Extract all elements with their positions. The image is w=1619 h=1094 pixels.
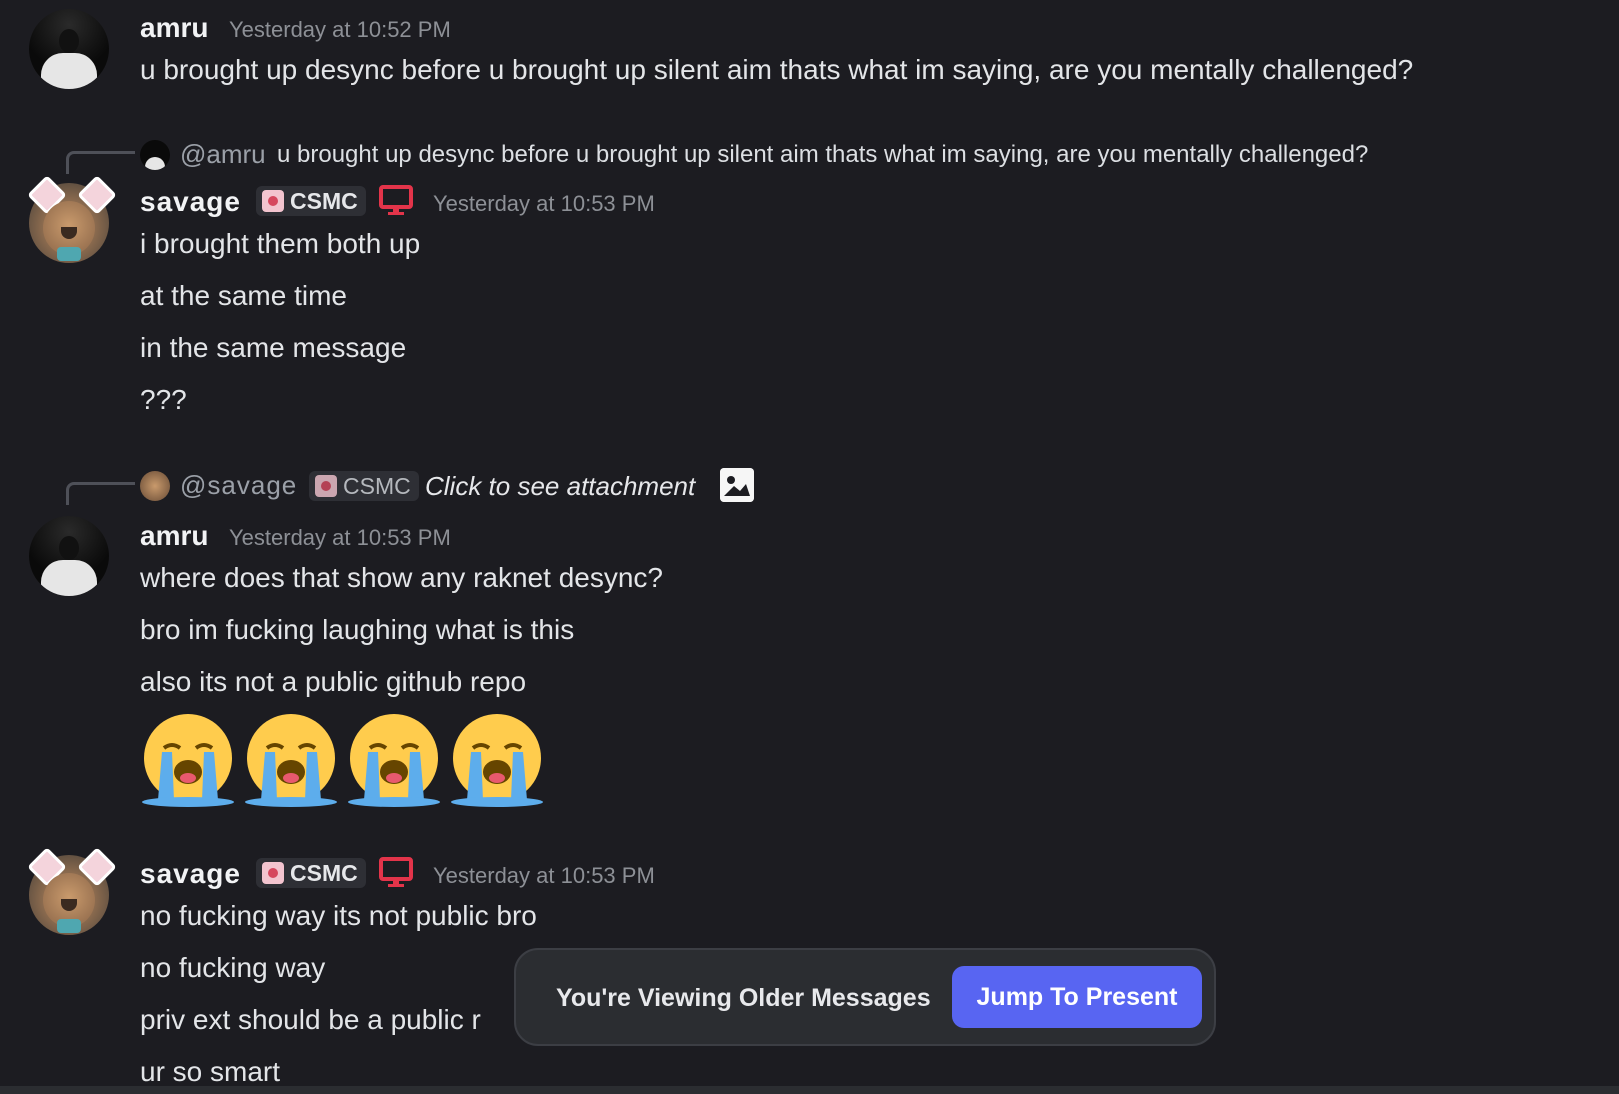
reply-avatar[interactable] (140, 140, 170, 170)
author-name[interactable]: savage (140, 186, 241, 218)
message-line: i brought them both up (140, 228, 421, 259)
clan-tag-label: CSMC (290, 187, 358, 214)
clan-tag[interactable]: CSMC (256, 858, 366, 888)
message-line: u brought up desync before u brought up … (140, 54, 1414, 85)
message-line: in the same message (140, 332, 407, 363)
author-name[interactable]: amru (140, 520, 208, 552)
older-messages-label: You're Viewing Older Messages (556, 984, 931, 1012)
avatar-amru[interactable] (29, 516, 109, 596)
author-name[interactable]: savage (140, 858, 241, 890)
avatar-savage[interactable] (27, 847, 117, 935)
clan-tag-icon (315, 475, 337, 497)
timestamp: Yesterday at 10:53 PM (433, 863, 655, 888)
reply-preview-text[interactable]: u brought up desync before u brought up … (277, 141, 1368, 169)
clan-tag-label: CSMC (290, 859, 358, 886)
loudly-crying-face-icon[interactable] (449, 712, 545, 808)
message-line: at the same time (140, 280, 347, 311)
desktop-status-icon (379, 857, 413, 887)
clan-tag-label: CSMC (343, 472, 411, 499)
timestamp: Yesterday at 10:53 PM (229, 525, 451, 550)
horizontal-scrollbar[interactable] (0, 1086, 1619, 1094)
desktop-status-icon (379, 185, 413, 215)
author-name[interactable]: amru (140, 12, 208, 44)
clan-tag[interactable]: CSMC (256, 186, 366, 216)
reply-connector (66, 482, 135, 505)
clan-tag-icon (262, 190, 284, 212)
message-line: also its not a public github repo (140, 666, 527, 697)
message-line: ur so smart (140, 1056, 281, 1087)
timestamp: Yesterday at 10:52 PM (229, 17, 451, 42)
older-messages-banner: You're Viewing Older Messages Jump To Pr… (514, 948, 1216, 1046)
timestamp: Yesterday at 10:53 PM (433, 191, 655, 216)
image-attachment-icon (720, 468, 754, 502)
avatar-savage[interactable] (27, 175, 117, 263)
clan-tag[interactable]: CSMC (309, 471, 419, 501)
message-line: no fucking way (140, 952, 326, 983)
reply-mention[interactable]: @savage (180, 470, 297, 501)
loudly-crying-face-icon[interactable] (243, 712, 339, 808)
reply-attachment-link[interactable]: Click to see attachment (425, 471, 695, 502)
clan-tag-icon (262, 862, 284, 884)
jump-to-present-button[interactable]: Jump To Present (952, 966, 1202, 1028)
loudly-crying-face-icon[interactable] (346, 712, 442, 808)
loudly-crying-face-icon[interactable] (140, 712, 236, 808)
reply-connector (66, 151, 135, 174)
reply-avatar[interactable] (140, 471, 170, 501)
message-line: bro im fucking laughing what is this (140, 614, 575, 645)
message-line: where does that show any raknet desync? (140, 562, 663, 593)
message-line: ??? (140, 384, 187, 415)
avatar-amru[interactable] (29, 9, 109, 89)
reply-mention[interactable]: @amru (180, 139, 266, 170)
message-line: priv ext should be a public r (140, 1004, 481, 1035)
message-line: no fucking way its not public bro (140, 900, 537, 931)
